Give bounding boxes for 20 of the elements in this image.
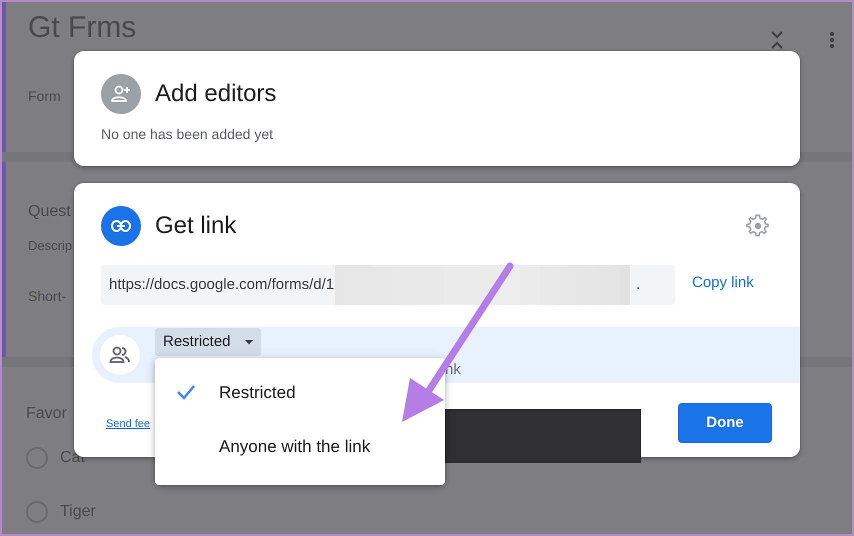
copy-link-button[interactable]: Copy link	[686, 271, 760, 296]
add-person-icon	[101, 74, 141, 114]
link-url-end: .	[636, 274, 640, 295]
collapse-icon[interactable]	[770, 30, 784, 50]
menu-item[interactable]: Anyone with the link	[155, 420, 445, 474]
access-dropdown[interactable]: Restricted	[155, 328, 261, 356]
feedback-link[interactable]: Send fee	[106, 416, 150, 432]
settings-icon[interactable]	[746, 214, 770, 238]
caret-icon	[244, 340, 253, 344]
link-url: https://docs.google.com/forms/d/1	[109, 274, 334, 295]
dialog-title: Get link	[155, 211, 236, 241]
empty-message: No one has been added yet	[101, 125, 274, 144]
more-icon[interactable]	[830, 32, 834, 48]
menu-item[interactable]: Restricted	[155, 366, 445, 420]
link-field[interactable]: https://docs.google.com/forms/d/1 .	[101, 265, 675, 305]
people-icon	[100, 335, 140, 375]
check-icon	[176, 384, 196, 400]
dialog-title: Add editors	[155, 79, 276, 109]
done-button[interactable]: Done	[678, 403, 772, 443]
link-icon	[101, 206, 141, 246]
